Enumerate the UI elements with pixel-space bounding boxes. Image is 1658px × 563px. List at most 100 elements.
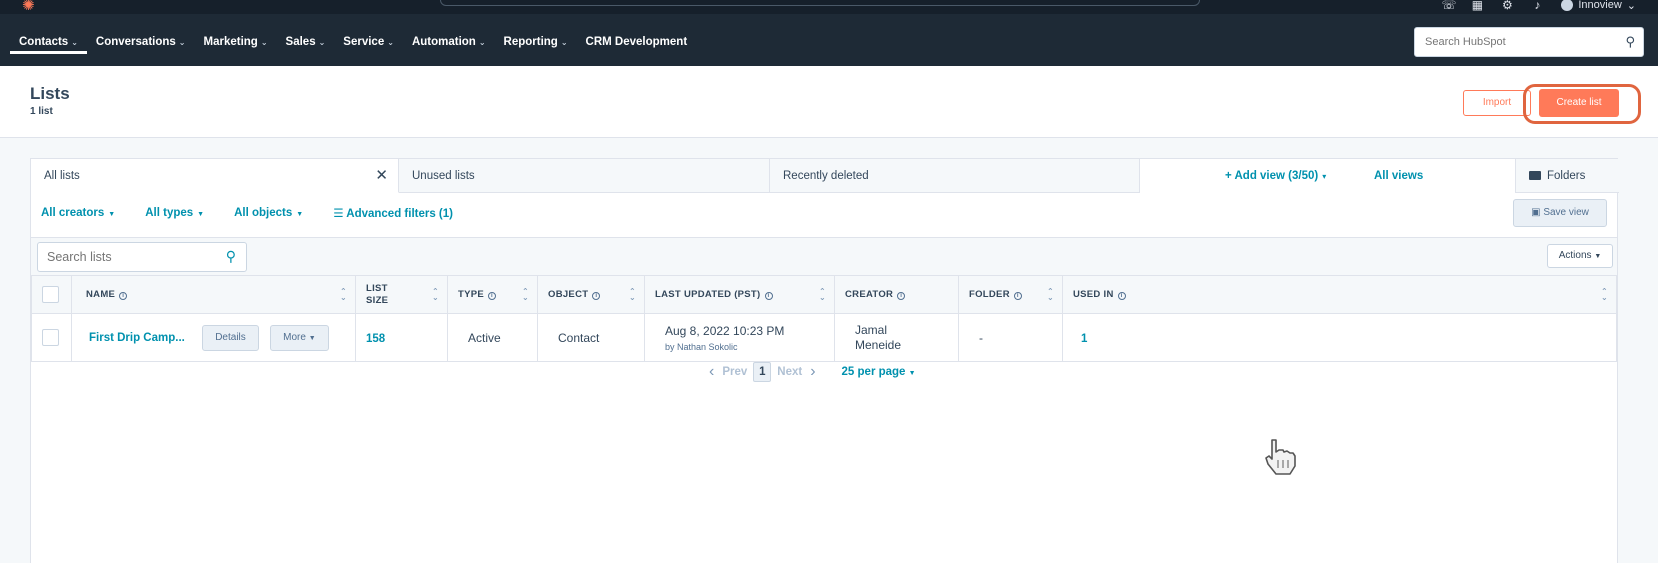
gear-icon[interactable]: ⚙ — [1501, 0, 1513, 11]
search-lists-input[interactable] — [38, 243, 208, 271]
nav-automation[interactable]: Automation ⌄ — [403, 30, 495, 54]
account-menu[interactable]: Innoview ⌄ — [1561, 0, 1636, 12]
page-title: Lists — [30, 84, 70, 103]
info-icon[interactable]: i — [1117, 292, 1126, 300]
select-all-header — [31, 275, 72, 314]
next-button[interactable]: Next — [777, 366, 802, 378]
more-button[interactable]: More ▼ — [270, 324, 329, 351]
row-select-cell — [31, 313, 72, 362]
list-name-link[interactable]: First Drip Camp... — [89, 332, 185, 344]
info-icon[interactable]: i — [592, 292, 601, 300]
lists-table: NAME i ⌃ ⌄ LIST SIZE ⌃ ⌄ TYPE i ⌃ ⌄ OBJECT i ⌃ ⌄ LAS… — [31, 275, 1617, 362]
nav-marketing[interactable]: Marketing ⌄ — [195, 30, 277, 54]
avatar — [1561, 0, 1574, 11]
all-types-filter[interactable]: All types ▼ — [145, 207, 204, 219]
chevron-down-icon: ⌄ — [71, 38, 78, 47]
caret-down-icon: ▼ — [1594, 253, 1602, 260]
nav-crm-development[interactable]: CRM Development — [577, 30, 697, 54]
caret-down-icon: ▼ — [296, 211, 304, 218]
chevron-down-icon: ⌄ — [387, 38, 394, 47]
table-row: First Drip Camp... Details More ▼ 158 Ac… — [31, 313, 1617, 362]
nav-service[interactable]: Service ⌄ — [334, 30, 403, 54]
column-name[interactable]: NAME i ⌃ ⌄ — [71, 275, 356, 314]
info-icon[interactable]: i — [488, 292, 497, 300]
import-button[interactable]: Import — [1463, 90, 1531, 116]
page-number[interactable]: 1 — [753, 362, 772, 382]
folder-icon — [1529, 171, 1541, 180]
search-icon[interactable]: ⚲ — [226, 248, 236, 265]
select-all-checkbox[interactable] — [42, 286, 59, 303]
chevron-right-icon[interactable]: › — [810, 363, 815, 381]
hand-cursor-icon — [1265, 439, 1296, 475]
nav-reporting[interactable]: Reporting ⌄ — [495, 30, 577, 54]
hubspot-search-input[interactable] — [1415, 28, 1605, 56]
tab-unused-lists[interactable]: Unused lists — [399, 159, 770, 193]
per-page-dropdown[interactable]: 25 per page ▼ — [842, 366, 916, 378]
creator-cell: Jamal Meneide — [834, 313, 959, 362]
nav-conversations[interactable]: Conversations ⌄ — [87, 30, 195, 54]
pagination: ‹ Prev 1 Next › 25 per page ▼ — [701, 361, 916, 383]
marketplace-icon[interactable]: ▦ — [1471, 0, 1483, 11]
info-icon[interactable]: i — [764, 292, 773, 300]
sort-icon[interactable]: ⌃ ⌄ — [819, 288, 826, 302]
all-views-link[interactable]: All views — [1374, 159, 1423, 193]
prev-button[interactable]: Prev — [722, 366, 747, 378]
close-icon[interactable]: ✕ — [375, 159, 388, 193]
column-type[interactable]: TYPE i ⌃ ⌄ — [447, 275, 538, 314]
list-size-cell: 158 — [355, 313, 448, 362]
table-toolbar: ⚲ Actions ▼ — [31, 237, 1617, 275]
caret-down-icon: ▼ — [108, 211, 116, 218]
sort-icon[interactable]: ⌃ ⌄ — [629, 288, 636, 302]
nav-contacts[interactable]: Contacts ⌄ — [10, 30, 87, 54]
save-icon: ▣ — [1531, 207, 1544, 218]
column-list-size[interactable]: LIST SIZE ⌃ ⌄ — [355, 275, 448, 314]
save-view-button[interactable]: ▣ Save view — [1513, 199, 1607, 227]
list-count: 1 list — [30, 106, 53, 117]
tab-recently-deleted[interactable]: Recently deleted — [770, 159, 1140, 193]
used-in-link[interactable]: 1 — [1081, 333, 1087, 345]
main-nav: Contacts ⌄ Conversations ⌄ Marketing ⌄ Sale… — [10, 30, 696, 54]
search-icon[interactable]: ⚲ — [1625, 34, 1635, 50]
nav-sales[interactable]: Sales ⌄ — [277, 30, 335, 54]
column-creator[interactable]: CREATOR i — [834, 275, 959, 314]
caret-down-icon: ▼ — [197, 211, 205, 218]
advanced-filters-button[interactable]: ☰ Advanced filters (1) — [333, 206, 453, 220]
bell-icon[interactable]: ♪ — [1531, 0, 1543, 11]
sort-icon[interactable]: ⌃ ⌄ — [522, 288, 529, 302]
column-folder[interactable]: FOLDER i ⌃ ⌄ — [958, 275, 1063, 314]
details-button[interactable]: Details — [202, 324, 259, 351]
list-size-link[interactable]: 158 — [366, 333, 385, 345]
sort-icon[interactable]: ⌃ ⌄ — [1601, 288, 1608, 302]
column-object[interactable]: OBJECT i ⌃ ⌄ — [537, 275, 645, 314]
chevron-left-icon[interactable]: ‹ — [709, 363, 714, 381]
info-icon[interactable]: i — [119, 292, 128, 300]
sort-icon[interactable]: ⌃ ⌄ — [340, 288, 347, 302]
chevron-down-icon: ▾ — [1322, 172, 1327, 181]
top-utility-icons: ☏ ▦ ⚙ ♪ Innoview ⌄ — [1441, 0, 1636, 12]
info-icon[interactable]: i — [1013, 292, 1022, 300]
type-cell: Active — [447, 313, 538, 362]
folder-cell: - — [958, 313, 1063, 362]
last-updated-cell: Aug 8, 2022 10:23 PM by Nathan Sokolic — [644, 313, 835, 362]
top-search-field[interactable] — [440, 0, 1200, 6]
chevron-down-icon: ⌄ — [260, 38, 268, 47]
sort-icon[interactable]: ⌃ ⌄ — [432, 288, 439, 302]
row-checkbox[interactable] — [42, 329, 59, 346]
chevron-down-icon: ⌄ — [478, 38, 486, 47]
hubspot-logo-icon[interactable]: ✺ — [22, 0, 38, 14]
sort-icon[interactable]: ⌃ ⌄ — [1047, 288, 1054, 302]
tab-all-lists[interactable]: All lists ✕ — [31, 159, 399, 193]
all-objects-filter[interactable]: All objects ▼ — [234, 207, 303, 219]
all-creators-filter[interactable]: All creators ▼ — [41, 207, 115, 219]
chevron-down-icon: ⌄ — [178, 38, 186, 47]
column-last-updated[interactable]: LAST UPDATED (PST) i ⌃ ⌄ — [644, 275, 835, 314]
lists-panel: All lists ✕ Unused lists Recently delete… — [30, 158, 1619, 563]
create-list-button[interactable]: Create list — [1539, 89, 1619, 117]
hubspot-search: ⚲ — [1414, 27, 1644, 57]
phone-icon[interactable]: ☏ — [1441, 0, 1456, 11]
actions-dropdown[interactable]: Actions ▼ — [1547, 244, 1613, 268]
add-view-button[interactable]: + Add view (3/50) ▾ — [1225, 159, 1326, 193]
column-used-in[interactable]: USED IN i ⌃ ⌄ — [1062, 275, 1617, 314]
info-icon[interactable]: i — [897, 292, 906, 300]
folders-button[interactable]: Folders — [1515, 159, 1619, 193]
